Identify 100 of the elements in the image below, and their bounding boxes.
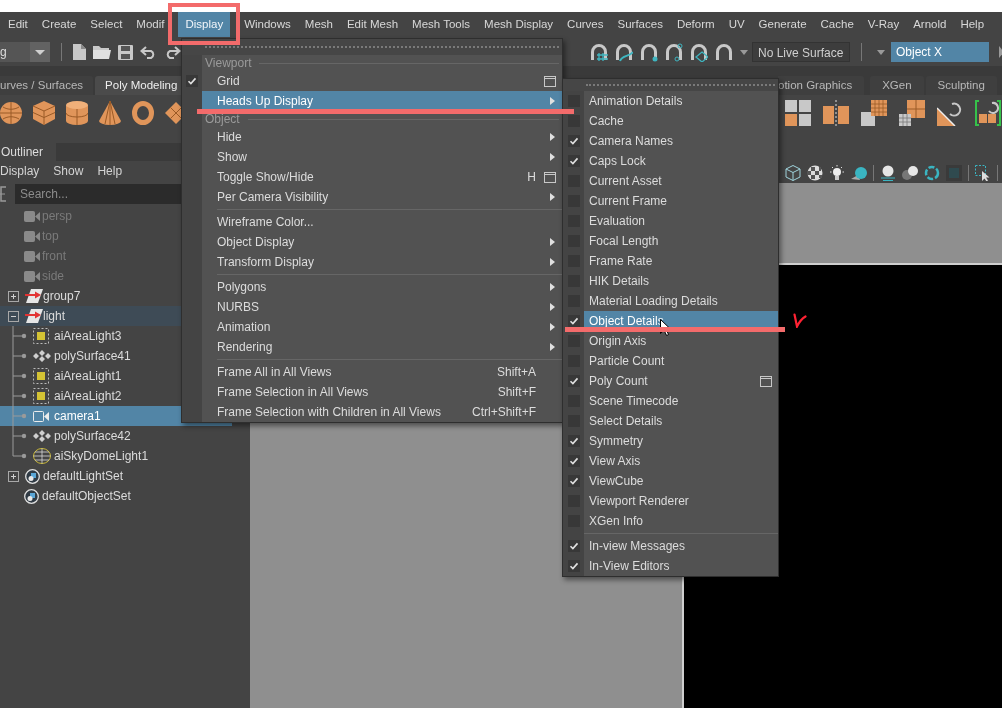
menu-item[interactable]: Camera Names bbox=[584, 131, 778, 151]
magnet-view-icon[interactable] bbox=[665, 42, 683, 62]
shaded-sphere-icon[interactable] bbox=[851, 165, 867, 181]
menu-item[interactable]: Scene Timecode bbox=[584, 391, 778, 411]
menu-item[interactable]: HIK Details bbox=[584, 271, 778, 291]
menu-item[interactable]: Wireframe Color... bbox=[202, 212, 562, 232]
sphere-shadow-icon[interactable] bbox=[880, 165, 896, 181]
menu-item[interactable]: In-View Editors bbox=[584, 556, 778, 576]
grid-squares-icon[interactable] bbox=[899, 99, 925, 126]
menu-item[interactable]: Heads Up Display bbox=[202, 91, 562, 111]
folder-icon[interactable] bbox=[93, 45, 111, 59]
expand-plus-icon[interactable] bbox=[8, 290, 19, 302]
outliner-item[interactable]: polySurface42 bbox=[0, 426, 232, 446]
menu-bar-item[interactable]: Windows bbox=[237, 12, 298, 37]
menu-item[interactable]: Rendering bbox=[202, 337, 562, 357]
menu-item[interactable]: Viewport Renderer bbox=[584, 491, 778, 511]
menu-bar-item[interactable]: Curves bbox=[560, 12, 611, 37]
outliner-menu-item[interactable]: Help bbox=[97, 163, 123, 179]
menu-bar-item[interactable]: UV bbox=[721, 12, 752, 37]
shelf-tab[interactable]: urves / Surfaces bbox=[0, 76, 94, 95]
axis-field[interactable]: Object X bbox=[891, 42, 989, 62]
menu-bar-item[interactable]: Deform bbox=[669, 12, 722, 37]
filter-bracket-icon[interactable] bbox=[0, 185, 6, 202]
menu-bar-item[interactable]: V-Ray bbox=[860, 12, 907, 37]
checkbox[interactable] bbox=[567, 560, 580, 572]
option-box-icon[interactable] bbox=[544, 75, 556, 87]
twin-boxes-icon[interactable] bbox=[823, 99, 849, 126]
torus-icon[interactable] bbox=[132, 100, 154, 125]
option-box-icon[interactable] bbox=[544, 171, 556, 183]
checkbox[interactable] bbox=[567, 315, 580, 327]
menu-item[interactable]: XGen Info bbox=[584, 511, 778, 531]
checkbox[interactable] bbox=[567, 435, 580, 447]
magnet-curve-icon[interactable] bbox=[615, 42, 633, 62]
dropdown-arrow-icon[interactable] bbox=[740, 49, 748, 55]
ring-icon[interactable] bbox=[924, 165, 940, 181]
outliner-menu-item[interactable]: Display bbox=[0, 163, 40, 179]
cylinder-icon[interactable] bbox=[66, 100, 88, 125]
outliner-item[interactable]: defaultObjectSet bbox=[0, 486, 232, 506]
menu-bar-item[interactable]: Select bbox=[83, 12, 130, 37]
checkbox[interactable] bbox=[567, 115, 580, 127]
redo-icon[interactable] bbox=[164, 45, 181, 59]
sphere-icon[interactable] bbox=[0, 101, 22, 124]
menu-item[interactable]: Current Asset bbox=[584, 171, 778, 191]
live-surface-field[interactable]: No Live Surface bbox=[752, 42, 850, 62]
menu-item[interactable]: Current Frame bbox=[584, 191, 778, 211]
magnet-grid-icon[interactable] bbox=[590, 42, 608, 62]
menu-item[interactable]: Object Display bbox=[202, 232, 562, 252]
menu-bar-item[interactable]: Display bbox=[178, 12, 231, 37]
menu-bar-item[interactable]: Surfaces bbox=[610, 12, 670, 37]
magnet-icon[interactable] bbox=[715, 42, 733, 62]
menu-bar-item[interactable]: Mesh Tools bbox=[405, 12, 478, 37]
magnet-surface-icon[interactable] bbox=[690, 42, 708, 62]
wire-cube-icon[interactable] bbox=[785, 165, 801, 181]
save-icon[interactable] bbox=[118, 44, 133, 60]
menu-bar-item[interactable]: Generate bbox=[751, 12, 814, 37]
menu-item[interactable]: Cache bbox=[584, 111, 778, 131]
menu-item[interactable]: Frame Rate bbox=[584, 251, 778, 271]
menu-bar-item[interactable]: Edit Mesh bbox=[339, 12, 406, 37]
menu-item[interactable]: Origin Axis bbox=[584, 331, 778, 351]
workspace-dropdown[interactable]: g bbox=[0, 42, 50, 62]
menu-bar-item[interactable]: Modif bbox=[129, 12, 172, 37]
shelf-tab[interactable]: XGen bbox=[870, 76, 924, 95]
collapse-minus-icon[interactable] bbox=[8, 310, 19, 322]
grid-tiles-icon[interactable] bbox=[861, 99, 887, 126]
shelf-tab[interactable]: otion Graphics bbox=[778, 76, 865, 95]
new-file-icon[interactable] bbox=[73, 44, 86, 60]
menu-bar-item[interactable]: Cache bbox=[813, 12, 861, 37]
menu-item[interactable]: Particle Count bbox=[584, 351, 778, 371]
checkbox[interactable] bbox=[567, 375, 580, 387]
option-box-icon[interactable] bbox=[760, 375, 772, 387]
dropdown-arrow-icon[interactable] bbox=[877, 49, 885, 55]
menu-item[interactable]: Frame All in All Views Shift+A bbox=[202, 362, 562, 382]
menu-item[interactable]: ViewCube bbox=[584, 471, 778, 491]
menu-item[interactable]: View Axis bbox=[584, 451, 778, 471]
checkbox[interactable] bbox=[567, 540, 580, 552]
menu-item[interactable]: Frame Selection in All Views Shift+F bbox=[202, 382, 562, 402]
outliner-item[interactable]: defaultLightSet bbox=[0, 466, 232, 486]
menu-item[interactable]: Evaluation bbox=[584, 211, 778, 231]
menu-item[interactable]: Material Loading Details bbox=[584, 291, 778, 311]
menu-item[interactable]: Grid bbox=[202, 71, 562, 91]
menu-item[interactable]: Animation Details bbox=[584, 91, 778, 111]
menu-bar-item[interactable]: Mesh Display bbox=[477, 12, 561, 37]
shelf-tab[interactable]: Sculpting bbox=[925, 76, 997, 95]
menu-item[interactable]: In-view Messages bbox=[584, 536, 778, 556]
menu-item[interactable]: Hide bbox=[202, 127, 562, 147]
cone-icon[interactable] bbox=[99, 100, 121, 125]
menu-bar-item[interactable]: Arnold bbox=[906, 12, 954, 37]
undo-icon[interactable] bbox=[140, 45, 157, 59]
checkbox[interactable] bbox=[567, 475, 580, 487]
checkbox[interactable] bbox=[567, 135, 580, 147]
outliner-menu-item[interactable]: Show bbox=[53, 163, 84, 179]
bracket-rotate-icon[interactable] bbox=[975, 99, 1001, 126]
menu-bar-item[interactable]: Edit bbox=[1, 12, 35, 37]
menu-bar-item[interactable]: Help bbox=[953, 12, 992, 37]
two-spheres-icon[interactable] bbox=[902, 165, 918, 181]
checkbox[interactable] bbox=[186, 75, 198, 87]
menu-item[interactable]: Show bbox=[202, 147, 562, 167]
menu-item[interactable]: Symmetry bbox=[584, 431, 778, 451]
menu-item[interactable]: Polygons bbox=[202, 277, 562, 297]
menu-item[interactable]: Select Details bbox=[584, 411, 778, 431]
